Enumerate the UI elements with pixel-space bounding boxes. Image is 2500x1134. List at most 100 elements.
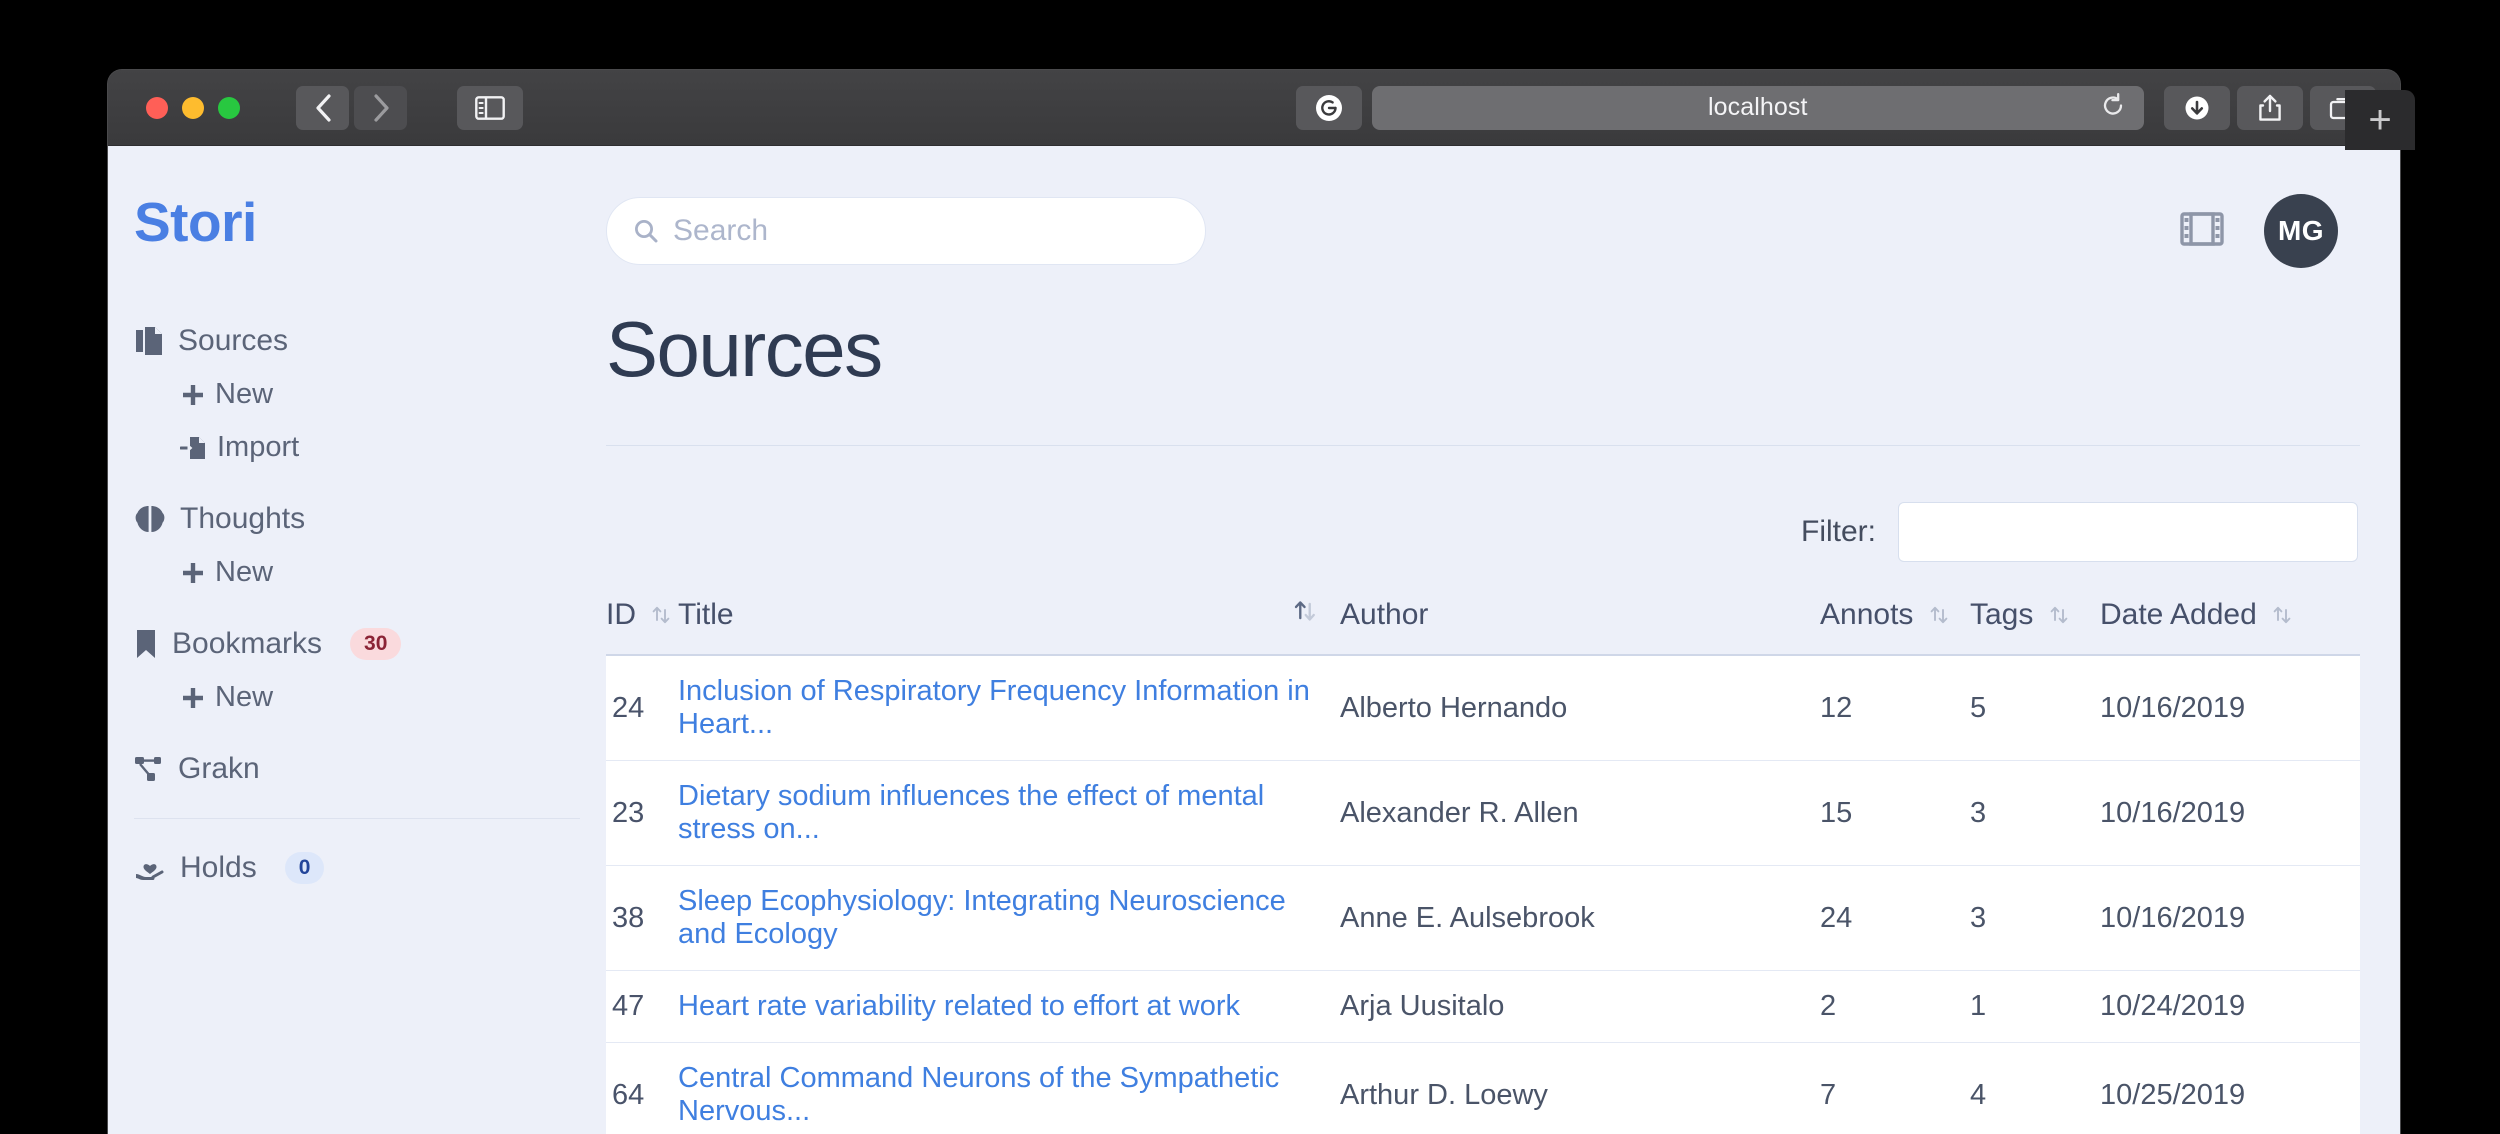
back-button[interactable] xyxy=(296,85,349,130)
search-input[interactable]: Search xyxy=(606,197,1206,265)
filter-input[interactable] xyxy=(1898,502,2358,562)
main-topbar: Search MG xyxy=(606,146,2360,278)
sidebar-item-sources-new[interactable]: New xyxy=(108,368,606,421)
address-bar[interactable]: localhost xyxy=(1371,85,2144,130)
table-row[interactable]: 38 Sleep Ecophysiology: Integrating Neuro… xyxy=(606,865,2360,971)
grammarly-extension-button[interactable] xyxy=(1295,85,1362,130)
sidebar-item-sources-import[interactable]: Import xyxy=(108,421,606,474)
sidebar-item-label: Holds xyxy=(180,851,257,884)
navigation-buttons xyxy=(296,85,407,130)
sort-both-icon xyxy=(2050,606,2068,624)
sidebar-item-label: Sources xyxy=(178,324,289,357)
minimize-window-button[interactable] xyxy=(182,96,204,119)
column-label: Author xyxy=(1340,598,1429,631)
reload-button[interactable] xyxy=(2100,92,2126,123)
chevron-right-icon xyxy=(373,93,389,122)
filter-row: Filter: xyxy=(606,502,2360,562)
bookmark-icon xyxy=(134,628,158,660)
sidebar-item-holds[interactable]: Holds 0 xyxy=(108,841,606,895)
downloads-icon xyxy=(2185,96,2209,119)
sort-asc-icon xyxy=(1292,598,1318,632)
cell-author: Anne E. Aulsebrook xyxy=(1340,865,1820,971)
sort-both-icon xyxy=(2273,606,2291,624)
sidebar-item-sources[interactable]: Sources xyxy=(108,314,606,368)
column-label: Annots xyxy=(1820,598,1914,631)
source-title-link[interactable]: Sleep Ecophysiology: Integrating Neurosc… xyxy=(678,885,1286,950)
sidebar-item-label: Thoughts xyxy=(180,502,306,535)
maximize-window-button[interactable] xyxy=(218,96,240,119)
table-row[interactable]: 23 Dietary sodium influences the effect o… xyxy=(606,760,2360,866)
cell-author: Arthur D. Loewy xyxy=(1340,1042,1820,1134)
sidebar-item-label: New xyxy=(215,681,274,713)
cell-date-added: 10/16/2019 xyxy=(2100,655,2360,761)
column-header-annots[interactable]: Annots xyxy=(1820,598,1970,656)
column-header-title[interactable]: Title xyxy=(678,598,1340,656)
sidebar-item-label: Grakn xyxy=(178,752,260,785)
table-header-row: ID Title Author Annots Tags Date Added xyxy=(606,598,2360,656)
source-title-link[interactable]: Heart rate variability related to effort… xyxy=(678,990,1240,1022)
cell-title[interactable]: Heart rate variability related to effort… xyxy=(678,970,1340,1043)
cell-date-added: 10/24/2019 xyxy=(2100,970,2360,1043)
close-window-button[interactable] xyxy=(146,96,168,119)
column-header-author[interactable]: Author xyxy=(1294,598,1820,656)
cell-title[interactable]: Dietary sodium influences the effect of … xyxy=(678,760,1340,866)
avatar-initials: MG xyxy=(2277,215,2325,246)
cell-id: 24 xyxy=(606,655,678,761)
sidebar-item-bookmarks[interactable]: Bookmarks 30 xyxy=(108,617,606,671)
browser-toolbar: localhost xyxy=(108,70,2400,146)
sidebar-item-thoughts-new[interactable]: New xyxy=(108,546,606,599)
column-label: Date Added xyxy=(2100,598,2257,631)
sidebar-item-grakn[interactable]: Grakn xyxy=(108,742,606,796)
sidebar-item-bookmarks-new[interactable]: New xyxy=(108,671,606,724)
cell-title[interactable]: Central Command Neurons of the Sympathet… xyxy=(678,1042,1340,1134)
sidebar-divider xyxy=(134,818,580,819)
traffic-light-buttons[interactable] xyxy=(146,96,240,119)
cell-date-added: 10/25/2019 xyxy=(2100,1042,2360,1134)
column-header-tags[interactable]: Tags xyxy=(1970,598,2100,656)
cell-annots: 7 xyxy=(1820,1042,1970,1134)
search-icon xyxy=(635,220,658,243)
cell-title[interactable]: Inclusion of Respiratory Frequency Infor… xyxy=(678,655,1340,761)
cell-annots: 12 xyxy=(1820,655,1970,761)
cell-author: Alberto Hernando xyxy=(1340,655,1820,761)
cell-tags: 3 xyxy=(1970,865,2100,971)
sort-both-icon xyxy=(1930,606,1948,624)
brain-icon xyxy=(134,504,166,534)
table-row[interactable]: 24 Inclusion of Respiratory Frequency Inf… xyxy=(606,655,2360,761)
cell-date-added: 10/16/2019 xyxy=(2100,760,2360,866)
page-title: Sources xyxy=(606,305,883,393)
cell-author: Alexander R. Allen xyxy=(1340,760,1820,866)
table-body: 24 Inclusion of Respiratory Frequency Inf… xyxy=(606,655,2360,1134)
table-row[interactable]: 47 Heart rate variability related to effo… xyxy=(606,970,2360,1043)
film-icon[interactable] xyxy=(2180,210,2224,253)
source-title-link[interactable]: Inclusion of Respiratory Frequency Infor… xyxy=(678,675,1310,740)
downloads-button[interactable] xyxy=(2164,85,2230,130)
cell-id: 23 xyxy=(606,760,678,866)
app-page: Stori Sources New Import Thoughts New Bo… xyxy=(108,146,2400,1134)
cell-tags: 3 xyxy=(1970,760,2100,866)
column-label: Title xyxy=(678,598,734,631)
new-tab-button[interactable]: + xyxy=(2345,90,2415,150)
source-title-link[interactable]: Dietary sodium influences the effect of … xyxy=(678,780,1264,845)
column-label: ID xyxy=(606,598,636,631)
sidebar-item-thoughts[interactable]: Thoughts xyxy=(108,492,606,546)
source-title-link[interactable]: Central Command Neurons of the Sympathet… xyxy=(678,1062,1279,1127)
column-header-id[interactable]: ID xyxy=(606,598,678,656)
cell-annots: 24 xyxy=(1820,865,1970,971)
cell-tags: 4 xyxy=(1970,1042,2100,1134)
documents-icon xyxy=(134,325,164,357)
column-header-date-added[interactable]: Date Added xyxy=(2100,598,2360,656)
app-sidebar: Stori Sources New Import Thoughts New Bo… xyxy=(108,146,606,1134)
forward-button[interactable] xyxy=(354,85,407,130)
cell-author: Arja Uusitalo xyxy=(1340,970,1820,1043)
table-header: ID Title Author Annots Tags Date Added xyxy=(606,598,2360,656)
table-row[interactable]: 64 Central Command Neurons of the Sympath… xyxy=(606,1042,2360,1134)
sidebar-toggle-button[interactable] xyxy=(457,85,523,130)
app-logo[interactable]: Stori xyxy=(108,190,606,254)
avatar[interactable]: MG xyxy=(2264,194,2338,268)
cell-id: 38 xyxy=(606,865,678,971)
cell-title[interactable]: Sleep Ecophysiology: Integrating Neurosc… xyxy=(678,865,1340,971)
sidebar-item-label: Bookmarks xyxy=(172,627,323,660)
share-button[interactable] xyxy=(2237,85,2303,130)
holds-count-badge: 0 xyxy=(284,852,325,884)
